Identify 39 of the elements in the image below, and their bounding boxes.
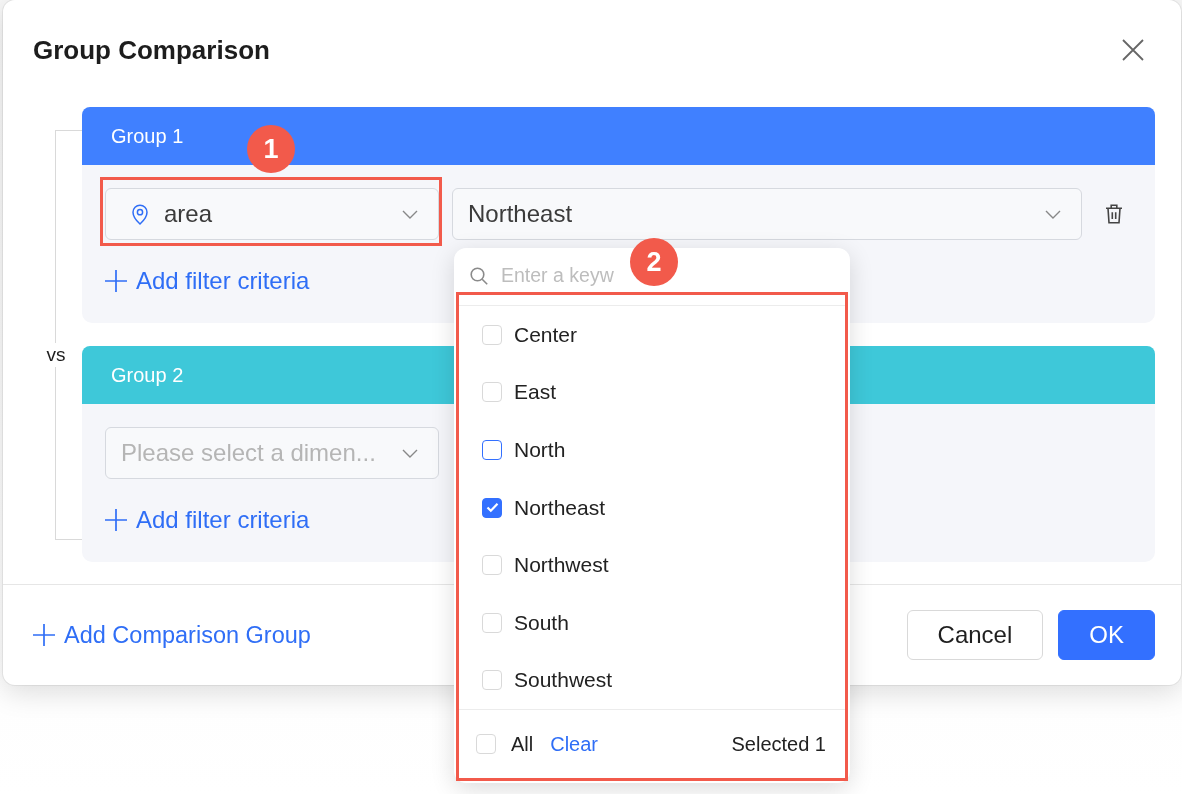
chevron-down-icon: [402, 209, 418, 219]
map-pin-icon: [132, 203, 148, 225]
value-select[interactable]: Northeast: [452, 188, 1082, 240]
search-field[interactable]: Enter a keyw: [501, 264, 623, 287]
plus-icon: [33, 624, 55, 646]
add-filter-link[interactable]: Add filter criteria: [105, 268, 310, 294]
chevron-down-icon: [402, 448, 418, 458]
selected-count: Selected 1: [731, 732, 826, 756]
ok-button[interactable]: OK: [1058, 610, 1155, 660]
plus-icon: [105, 270, 127, 292]
chevron-down-icon: [1045, 209, 1061, 219]
vs-label: vs: [44, 343, 68, 367]
option-item[interactable]: Northeast: [459, 478, 845, 537]
checkbox[interactable]: [482, 497, 502, 518]
option-item[interactable]: Southwest: [459, 651, 845, 710]
close-icon[interactable]: [1122, 39, 1144, 61]
option-label[interactable]: East: [514, 380, 557, 405]
option-label[interactable]: South: [514, 610, 569, 635]
option-label[interactable]: North: [514, 438, 566, 462]
clear-link[interactable]: Clear: [550, 732, 599, 756]
option-item[interactable]: South: [459, 593, 845, 652]
dimension-select[interactable]: area: [105, 188, 439, 240]
option-label[interactable]: Center: [514, 322, 578, 347]
check-icon: [485, 502, 499, 514]
option-label[interactable]: Northwest: [514, 553, 609, 578]
dialog-title: Group Comparison: [33, 34, 270, 66]
search-icon: [470, 266, 488, 285]
annotation-badge: 2: [630, 238, 678, 286]
select-all-label[interactable]: All: [511, 732, 534, 756]
plus-icon: [105, 509, 127, 531]
trash-icon[interactable]: [1105, 204, 1123, 224]
option-item[interactable]: Northwest: [459, 536, 845, 594]
add-group-link[interactable]: Add Comparison Group: [33, 621, 311, 649]
add-filter-link[interactable]: Add filter criteria: [105, 507, 310, 533]
option-label[interactable]: Northeast: [514, 495, 606, 520]
option-label[interactable]: Southwest: [514, 668, 613, 693]
cancel-button[interactable]: Cancel: [906, 610, 1044, 660]
option-item[interactable]: North: [459, 421, 845, 479]
checkbox[interactable]: [482, 440, 502, 460]
